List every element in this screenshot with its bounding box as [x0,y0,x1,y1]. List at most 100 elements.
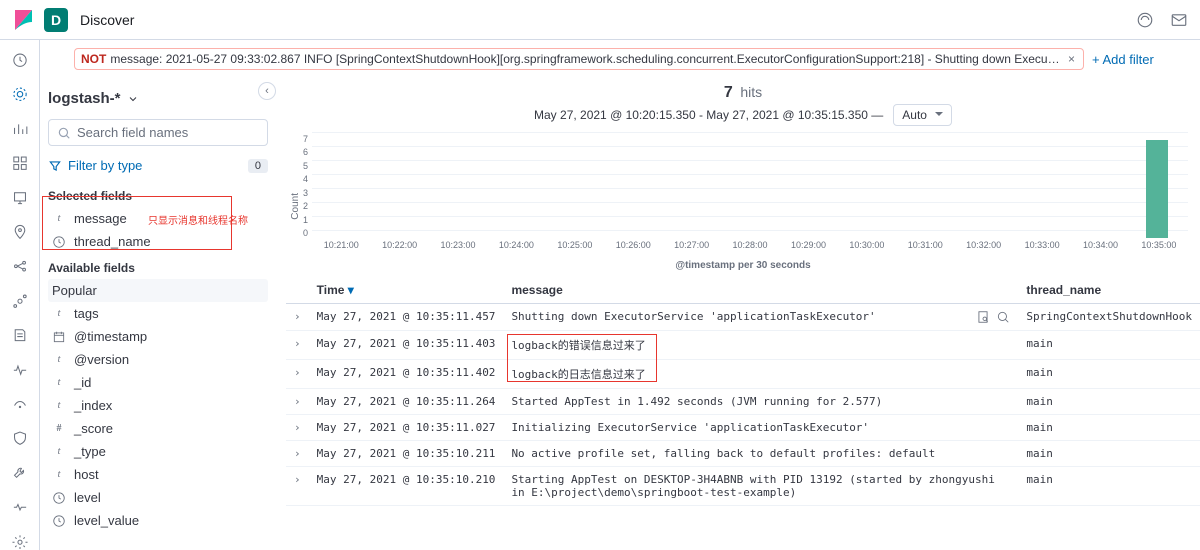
filter-icon [48,159,62,173]
available-fields-title: Available fields [48,253,268,279]
hits-label: hits [740,84,762,100]
x-axis-label: @timestamp per 30 seconds [286,260,1200,277]
table-row: ›May 27, 2021 @ 10:35:10.211No active pr… [286,441,1200,467]
collapse-sidebar-button[interactable]: ‹ [258,82,276,100]
histogram-chart[interactable]: Count 76543210 10:21:0010:22:0010:23:001… [286,132,1200,260]
expand-row-button[interactable]: › [286,415,309,441]
nav-dashboard-icon[interactable] [11,155,29,171]
field-item-_id[interactable]: t_id [48,371,268,394]
plot-area: 10:21:0010:22:0010:23:0010:24:0010:25:00… [312,132,1188,260]
nav-siem-icon[interactable] [11,430,29,446]
field-search-input[interactable]: Search field names [48,119,268,146]
field-item-level_value[interactable]: level_value [48,509,268,532]
table-row: ›May 27, 2021 @ 10:35:11.264Started AppT… [286,389,1200,415]
field-item-_score[interactable]: #_score [48,417,268,440]
message-cell: logback的日志信息过来了 [503,360,1018,389]
filter-bar: NOT message: 2021-05-27 09:33:02.867 INF… [40,40,1200,78]
field-item-@version[interactable]: t@version [48,348,268,371]
message-cell: No active profile set, falling back to d… [503,441,1018,467]
nav-apm-icon[interactable] [11,362,29,378]
x-axis-ticks: 10:21:0010:22:0010:23:0010:24:0010:25:00… [312,240,1188,260]
nav-management-icon[interactable] [11,534,29,550]
thread-column-header[interactable]: thread_name [1018,277,1200,304]
thread-cell: SpringContextShutdownHook [1018,304,1200,331]
thread-cell: main [1018,415,1200,441]
filter-by-type-button[interactable]: Filter by type [48,158,142,173]
time-cell: May 27, 2021 @ 10:35:10.210 [309,467,504,506]
nav-metrics-icon[interactable] [11,293,29,309]
y-axis-ticks: 76543210 [301,132,312,260]
chevron-down-icon [127,93,139,105]
time-cell: May 27, 2021 @ 10:35:11.027 [309,415,504,441]
kibana-logo [12,8,36,32]
time-range-text: May 27, 2021 @ 10:20:15.350 - May 27, 20… [534,108,883,122]
filter-type-count: 0 [248,159,268,173]
field-item-@timestamp[interactable]: @timestamp [48,325,268,348]
y-axis-label: Count [290,173,301,220]
nav-canvas-icon[interactable] [11,190,29,206]
documents-table: Time ▾ message thread_name ›May 27, 2021… [286,277,1200,506]
histogram-bar[interactable] [1146,140,1168,238]
hits-count: 7 [724,84,733,101]
remove-filter-icon[interactable]: × [1066,52,1077,66]
results-panel: 7 hits May 27, 2021 @ 10:20:15.350 - May… [280,78,1200,550]
index-pattern-name: logstash-* [48,90,121,107]
field-name: thread_name [74,234,151,249]
field-item-tags[interactable]: ttags [48,302,268,325]
table-row: ›May 27, 2021 @ 10:35:11.403logback的错误信息… [286,331,1200,360]
breadcrumb: Discover [80,12,134,28]
filter-negation: NOT [81,52,106,66]
expand-row-button[interactable]: › [286,304,309,331]
message-cell: Initializing ExecutorService 'applicatio… [503,415,1018,441]
filter-type-label: Filter by type [68,158,142,173]
field-name: _id [74,375,91,390]
field-item-level[interactable]: level [48,486,268,509]
add-filter-button[interactable]: + Add filter [1092,52,1154,67]
time-cell: May 27, 2021 @ 10:35:11.264 [309,389,504,415]
time-cell: May 27, 2021 @ 10:35:11.402 [309,360,504,389]
nav-discover-icon[interactable] [11,86,29,102]
field-item-thread_name[interactable]: thread_name [48,230,268,253]
field-name: tags [74,306,99,321]
fields-sidebar: ‹ logstash-* Search field names Filter b… [40,78,280,550]
field-name: _type [74,444,106,459]
index-pattern-selector[interactable]: logstash-* [48,86,268,111]
nav-recent-icon[interactable] [11,52,29,68]
field-item-_index[interactable]: t_index [48,394,268,417]
field-name: host [74,467,99,482]
view-doc-icon[interactable] [976,310,990,324]
message-cell: logback的错误信息过来了 [503,331,1018,360]
selected-fields-title: Selected fields [48,181,268,207]
message-column-header[interactable]: message [503,277,1018,304]
expand-row-button[interactable]: › [286,331,309,360]
nav-devtools-icon[interactable] [11,465,29,481]
interval-select[interactable]: Auto [893,104,952,126]
message-cell: Started AppTest in 1.492 seconds (JVM ru… [503,389,1018,415]
time-column-header[interactable]: Time ▾ [309,277,504,304]
expand-row-button[interactable]: › [286,467,309,506]
nav-monitor-icon[interactable] [11,499,29,515]
table-row: ›May 27, 2021 @ 10:35:11.027Initializing… [286,415,1200,441]
newsfeed-icon[interactable] [1136,11,1154,29]
expand-row-button[interactable]: › [286,389,309,415]
time-cell: May 27, 2021 @ 10:35:10.211 [309,441,504,467]
nav-ml-icon[interactable] [11,258,29,274]
field-item-host[interactable]: thost [48,463,268,486]
expand-row-button[interactable]: › [286,441,309,467]
mail-icon[interactable] [1170,11,1188,29]
expand-row-button[interactable]: › [286,360,309,389]
field-name: _score [74,421,113,436]
filter-pill[interactable]: NOT message: 2021-05-27 09:33:02.867 INF… [74,48,1084,70]
nav-visualize-icon[interactable] [11,121,29,137]
field-item-_type[interactable]: t_type [48,440,268,463]
field-search-placeholder: Search field names [77,125,188,140]
thread-cell: main [1018,360,1200,389]
nav-maps-icon[interactable] [11,224,29,240]
nav-logs-icon[interactable] [11,327,29,343]
nav-uptime-icon[interactable] [11,396,29,412]
search-icon [57,126,71,140]
view-surrounding-icon[interactable] [996,310,1010,324]
hits-header: 7 hits [286,78,1200,104]
filter-text: message: 2021-05-27 09:33:02.867 INFO [S… [110,52,1062,66]
message-cell: Starting AppTest on DESKTOP-3H4ABNB with… [503,467,1018,506]
